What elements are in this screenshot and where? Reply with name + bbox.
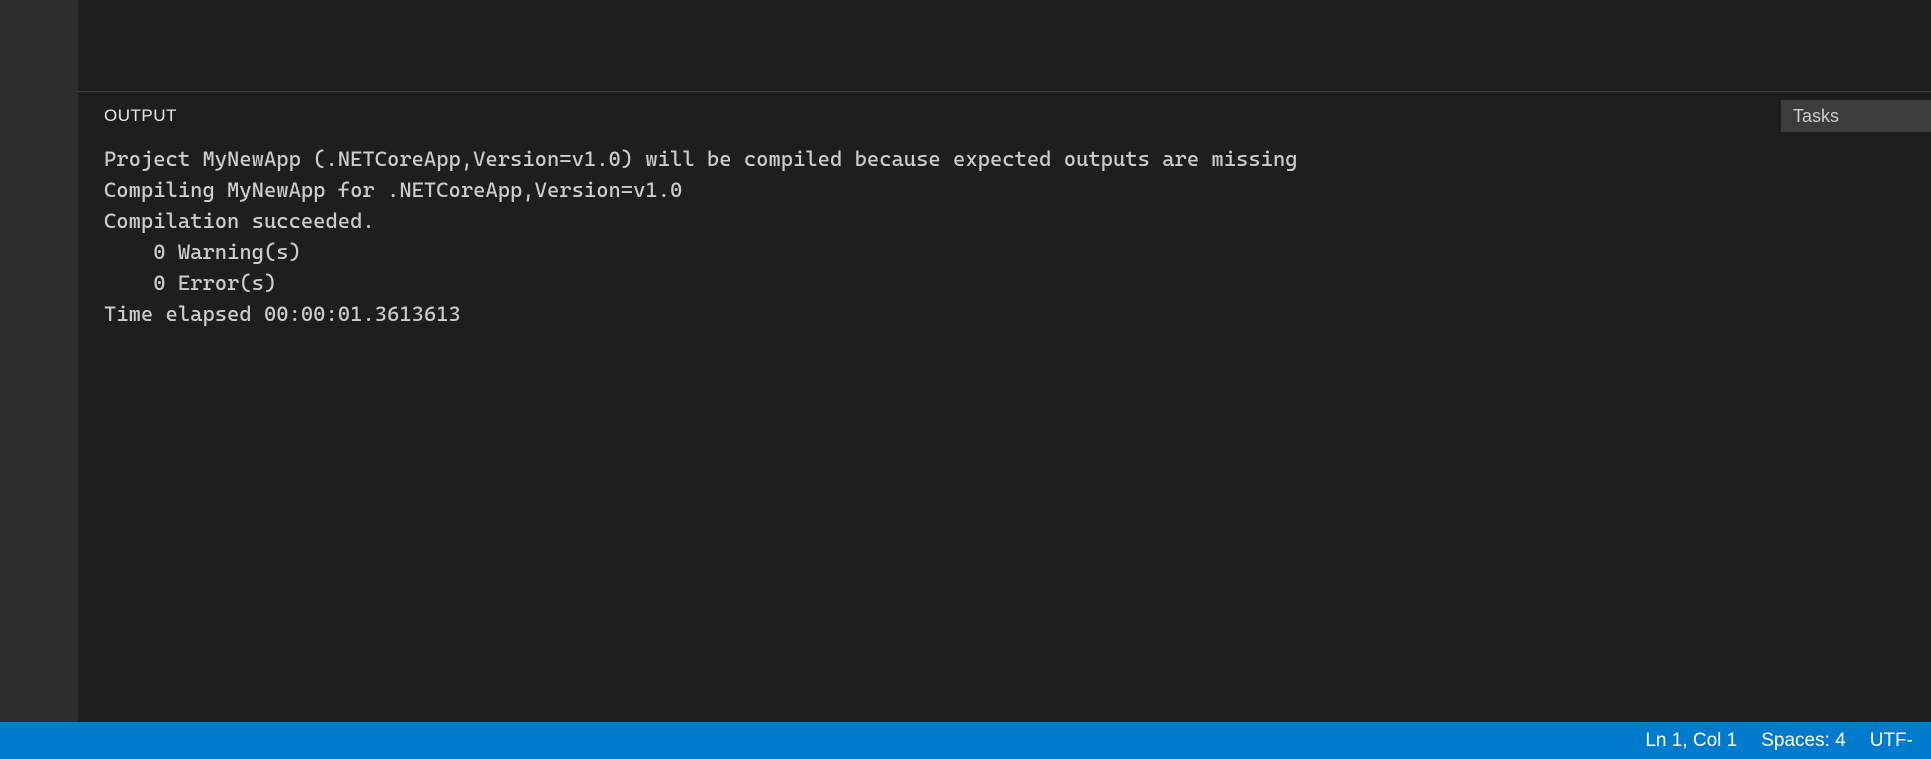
status-encoding[interactable]: UTF- xyxy=(1858,722,1925,759)
status-indentation[interactable]: Spaces: 4 xyxy=(1749,722,1858,759)
editor-area xyxy=(78,0,1931,92)
panel-header: OUTPUT Tasks xyxy=(78,92,1931,140)
status-cursor-position[interactable]: Ln 1, Col 1 xyxy=(1633,722,1749,759)
output-channel-selector[interactable]: Tasks xyxy=(1781,100,1931,132)
app-root: OUTPUT Tasks Project MyNewApp (.NETCoreA… xyxy=(0,0,1931,759)
panel-tab-output[interactable]: OUTPUT xyxy=(104,98,177,134)
main-area: OUTPUT Tasks Project MyNewApp (.NETCoreA… xyxy=(78,0,1931,759)
activity-bar xyxy=(0,0,78,759)
output-text: Project MyNewApp (.NETCoreApp,Version=v1… xyxy=(104,144,1905,330)
panel-content[interactable]: Project MyNewApp (.NETCoreApp,Version=v1… xyxy=(78,140,1931,759)
status-bar: Ln 1, Col 1 Spaces: 4 UTF- xyxy=(0,722,1931,759)
output-panel: OUTPUT Tasks Project MyNewApp (.NETCoreA… xyxy=(78,92,1931,759)
